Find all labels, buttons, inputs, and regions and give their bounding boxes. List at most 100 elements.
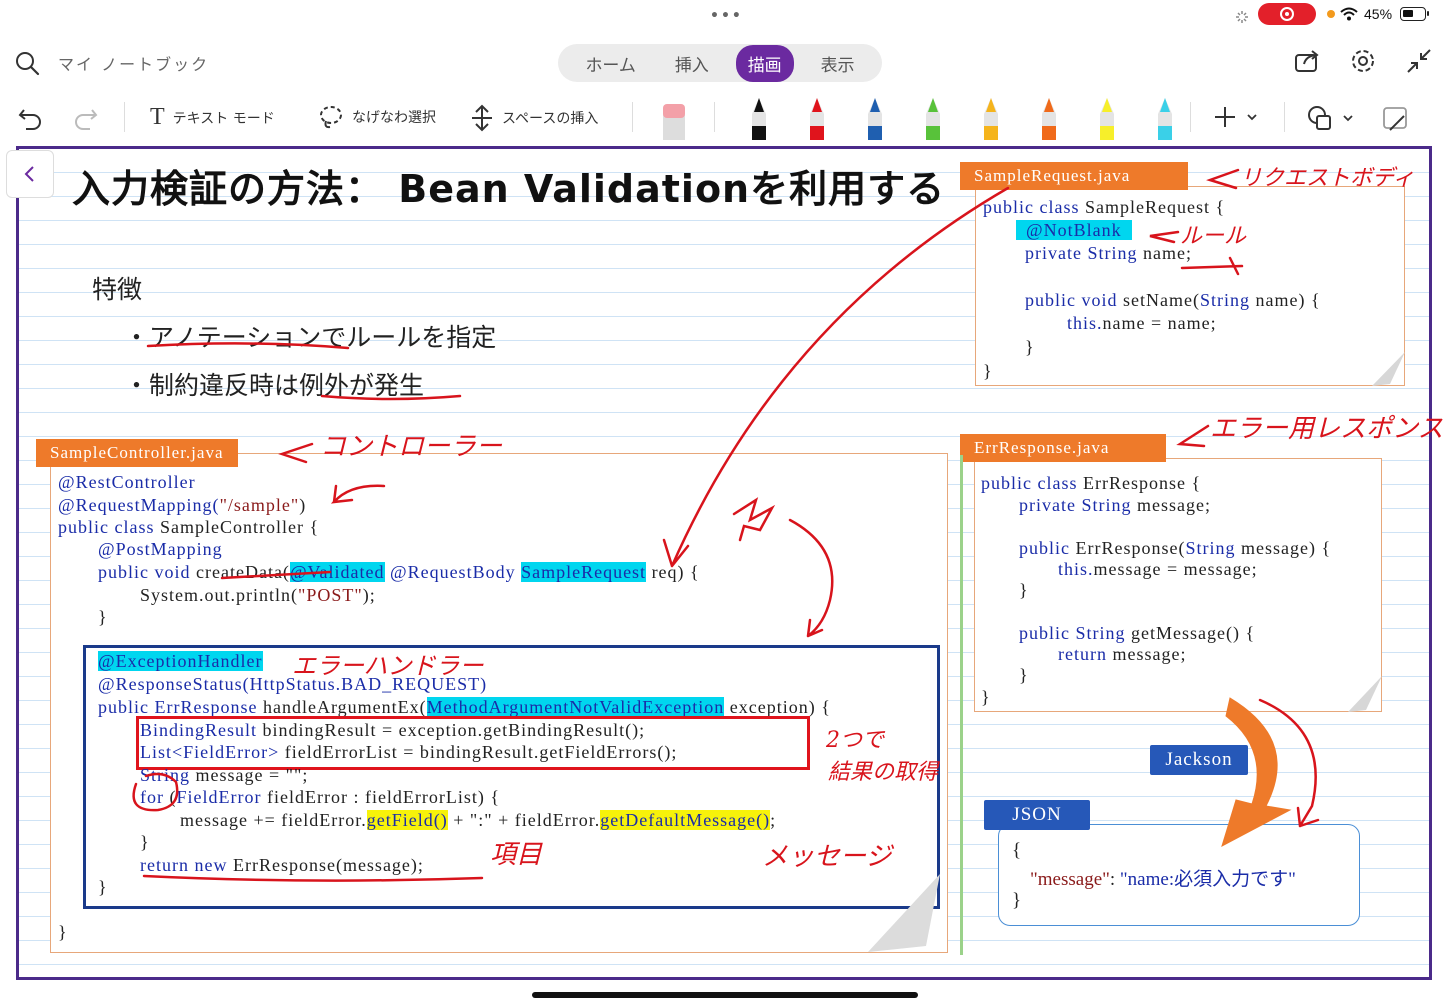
code-line: @NotBlank xyxy=(1016,220,1132,241)
wifi-icon xyxy=(1340,6,1358,25)
code-line: return message; xyxy=(1058,644,1187,664)
json-line: { xyxy=(1012,840,1023,861)
insert-space-button[interactable]: スペースの挿入 xyxy=(470,104,598,132)
pen-tool[interactable] xyxy=(1092,96,1122,144)
ribbon-tabs: ホーム 挿入 描画 表示 xyxy=(558,44,882,82)
status-bar: ••• 45% xyxy=(0,0,1448,30)
annotation-error-response: エラー用レスポンス xyxy=(1210,414,1444,444)
search-area[interactable]: マイ ノートブック xyxy=(14,46,209,80)
undo-icon xyxy=(18,109,41,130)
code-line: @ExceptionHandler xyxy=(98,651,263,671)
redo-button[interactable] xyxy=(72,104,100,132)
chevron-down-icon xyxy=(1343,115,1353,122)
gear-icon[interactable] xyxy=(1348,46,1380,78)
code-line: private String message; xyxy=(1019,495,1211,515)
tab-home[interactable]: ホーム xyxy=(573,45,648,82)
loading-icon xyxy=(1236,8,1248,23)
back-button[interactable] xyxy=(6,150,54,198)
eraser-tool[interactable] xyxy=(660,100,688,144)
code-line: } xyxy=(1019,665,1029,685)
code-line: public ErrResponse(String message) { xyxy=(1019,538,1332,558)
toolbar-divider xyxy=(1284,102,1285,132)
errresponse-filename-tab: ErrResponse.java xyxy=(960,434,1166,462)
pen-tool[interactable] xyxy=(860,96,890,144)
code-line: } xyxy=(98,877,108,897)
redo-icon xyxy=(75,109,98,130)
code-line: BindingResult bindingResult = exception.… xyxy=(140,720,646,740)
chevron-down-icon xyxy=(1247,114,1257,121)
insert-space-icon xyxy=(472,104,492,132)
collapse-icon[interactable] xyxy=(1404,46,1436,78)
divider-line xyxy=(960,455,963,955)
pen-tool[interactable] xyxy=(976,96,1006,144)
pen-tool[interactable] xyxy=(1150,96,1180,144)
code-line: message += fieldError.getField() + ":" +… xyxy=(180,810,777,830)
mic-indicator-dot xyxy=(1327,10,1335,18)
code-line: } xyxy=(98,607,108,627)
controller-filename-tab: SampleController.java xyxy=(36,439,238,467)
notebook-title[interactable]: マイ ノートブック xyxy=(58,51,209,75)
share-icon[interactable] xyxy=(1292,46,1324,78)
lasso-label: なげなわ選択 xyxy=(352,110,436,126)
json-line: } xyxy=(1012,890,1023,911)
ink-to-shape-button[interactable] xyxy=(1380,104,1410,134)
code-line: } xyxy=(140,832,150,852)
code-line: for (FieldError fieldError : fieldErrorL… xyxy=(140,787,501,807)
annotation-field: 項目 xyxy=(490,840,543,870)
insert-space-label: スペースの挿入 xyxy=(502,111,599,127)
page-title: 入力検証の方法： Bean Validationを利用する xyxy=(72,167,946,211)
add-pen-button[interactable] xyxy=(1212,104,1258,130)
code-line: public class ErrResponse { xyxy=(981,473,1202,493)
code-line: } xyxy=(983,361,993,381)
tab-draw[interactable]: 描画 xyxy=(735,44,794,82)
ink-to-shape-icon xyxy=(1383,107,1407,131)
undo-button[interactable] xyxy=(16,104,44,132)
shapes-button[interactable] xyxy=(1306,104,1354,132)
feature-item: ・アノテーションでルールを指定 xyxy=(124,323,497,352)
code-line: } xyxy=(981,687,991,707)
lasso-select-button[interactable]: なげなわ選択 xyxy=(318,104,436,130)
annotation-controller: コントローラー xyxy=(320,432,503,462)
code-line: public ErrResponse handleArgumentEx(Meth… xyxy=(98,697,831,717)
battery-icon xyxy=(1400,7,1429,21)
screen-recording-indicator[interactable] xyxy=(1258,3,1316,25)
toolbar-divider xyxy=(632,102,633,132)
home-indicator[interactable] xyxy=(532,992,918,998)
features-heading: 特徴 xyxy=(92,275,143,304)
multitask-dots[interactable]: ••• xyxy=(710,8,743,24)
code-line: public void createData(@Validated @Reque… xyxy=(98,562,700,582)
code-line: List<FieldError> fieldErrorList = bindin… xyxy=(140,742,678,762)
pen-tool[interactable] xyxy=(1034,96,1064,144)
draw-toolbar: T テキスト モード なげなわ選択 スペースの挿入 xyxy=(0,96,1448,140)
code-line: System.out.println("POST"); xyxy=(140,585,376,605)
pen-tool[interactable] xyxy=(802,96,832,144)
annotation-message: メッセージ xyxy=(762,842,892,872)
pen-tool[interactable] xyxy=(918,96,948,144)
pen-tool[interactable] xyxy=(744,96,774,144)
text-mode-label: テキスト モード xyxy=(172,110,275,127)
battery-percent: 45% xyxy=(1364,6,1393,22)
tab-insert[interactable]: 挿入 xyxy=(663,45,721,82)
shapes-icon xyxy=(1308,106,1331,130)
text-mode-button[interactable]: T テキスト モード xyxy=(150,104,275,131)
lasso-icon xyxy=(320,106,342,129)
tab-view[interactable]: 表示 xyxy=(809,45,867,82)
annotation-two: 2つで xyxy=(826,728,884,753)
code-line: @PostMapping xyxy=(98,539,223,559)
chevron-left-icon xyxy=(24,166,34,182)
plus-icon xyxy=(1215,107,1235,127)
code-line: @RestController xyxy=(58,472,196,492)
annotation-error-handler: エラーハンドラー xyxy=(292,652,484,680)
toolbar-divider xyxy=(124,102,125,132)
code-line: private String name; xyxy=(1025,243,1192,263)
feature-item: ・制約違反時は例外が発生 xyxy=(124,371,425,400)
code-line: this.name = name; xyxy=(1067,313,1217,333)
code-line: @RequestMapping("/sample") xyxy=(58,495,307,515)
toolbar-divider xyxy=(714,102,715,132)
code-line: } xyxy=(1019,580,1029,600)
code-line: public String getMessage() { xyxy=(1019,623,1256,643)
code-line: } xyxy=(1025,337,1035,357)
code-line: public class SampleController { xyxy=(58,517,320,537)
search-icon[interactable] xyxy=(14,50,40,76)
annotation-rule: ルール xyxy=(1180,224,1247,249)
